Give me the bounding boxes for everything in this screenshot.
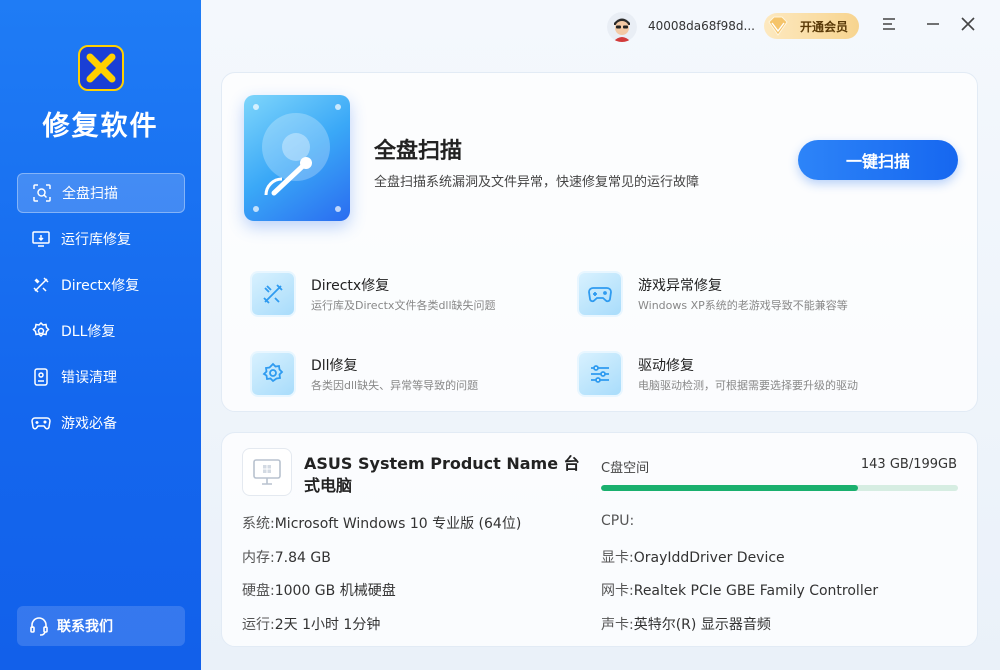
tools-icon — [31, 275, 51, 295]
vip-label: 开通会员 — [800, 19, 849, 34]
c-drive-progress-bar — [601, 485, 958, 491]
feature-title: Dll修复 — [311, 358, 358, 374]
info-audio: 声卡:英特尔(R) 显示器音频 — [601, 617, 771, 633]
monitor-download-icon — [31, 229, 51, 249]
feature-desc: 电脑驱动检测，可根据需要选择要升级的驱动 — [638, 379, 858, 392]
feature-title: 游戏异常修复 — [638, 278, 722, 294]
feature-dll-repair[interactable]: Dll修复 各类因dll缺失、异常等导致的问题 — [244, 349, 564, 405]
feature-directx-repair[interactable]: Directx修复 运行库及Directx文件各类dll缺失问题 — [244, 269, 564, 325]
sidebar-item-label: 错误清理 — [61, 370, 117, 386]
info-gpu: 显卡:OrayIddDriver Device — [601, 550, 785, 566]
sidebar-item-label: DLL修复 — [61, 324, 116, 340]
info-cpu: CPU: — [601, 513, 635, 529]
c-drive-usage: 143 GB/199GB — [860, 457, 957, 472]
sliders-icon — [577, 351, 623, 397]
app-title: 修复软件 — [42, 111, 159, 142]
minimize-icon — [927, 23, 939, 25]
feature-title: Directx修复 — [311, 278, 390, 294]
scan-card: 全盘扫描 全盘扫描系统漏洞及文件异常，快速修复常见的运行故障 一键扫描 Dire… — [221, 72, 978, 412]
menu-button[interactable] — [879, 14, 899, 34]
sidebar-item-label: 全盘扫描 — [62, 186, 118, 202]
c-drive-label: C盘空间 — [601, 461, 650, 476]
sidebar-item-label: Directx修复 — [61, 278, 140, 294]
feature-desc: Windows XP系统的老游戏导致不能兼容等 — [638, 299, 848, 312]
pc-model-name: ASUS System Product Name 台式电脑 — [304, 454, 580, 495]
sidebar-item-error-cleanup[interactable]: 错误清理 — [17, 357, 185, 397]
info-memory: 内存:7.84 GB — [242, 550, 331, 566]
info-disk: 硬盘:1000 GB 机械硬盘 — [242, 583, 396, 599]
system-info-card: ASUS System Product Name 台式电脑 系统:Microso… — [221, 432, 978, 647]
sidebar-item-full-scan[interactable]: 全盘扫描 — [17, 173, 185, 213]
app-logo — [78, 45, 124, 91]
sidebar-item-label: 游戏必备 — [61, 416, 117, 432]
contact-us-label: 联系我们 — [57, 619, 113, 635]
feature-game-repair[interactable]: 游戏异常修复 Windows XP系统的老游戏导致不能兼容等 — [571, 269, 891, 325]
clean-icon — [31, 367, 51, 387]
feature-desc: 运行库及Directx文件各类dll缺失问题 — [311, 299, 496, 312]
gear-icon — [31, 321, 51, 341]
feature-driver-repair[interactable]: 驱动修复 电脑驱动检测，可根据需要选择要升级的驱动 — [571, 349, 891, 405]
sidebar-item-dll-repair[interactable]: DLL修复 — [17, 311, 185, 351]
gamepad-icon — [577, 271, 623, 317]
menu-icon — [883, 18, 895, 30]
info-os: 系统:Microsoft Windows 10 专业版 (64位) — [242, 516, 522, 532]
close-icon — [961, 17, 975, 31]
sidebar-item-label: 运行库修复 — [61, 232, 131, 248]
close-button[interactable] — [958, 14, 978, 34]
info-uptime: 运行:2天 1小时 1分钟 — [242, 617, 381, 633]
c-drive-progress-fill — [601, 485, 859, 491]
scan-description: 全盘扫描系统漏洞及文件异常，快速修复常见的运行故障 — [374, 175, 700, 190]
diamond-icon — [768, 16, 788, 36]
info-network: 网卡:Realtek PCIe GBE Family Controller — [601, 583, 879, 599]
one-click-scan-button[interactable]: 一键扫描 — [798, 140, 958, 180]
contact-us-button[interactable]: 联系我们 — [17, 606, 185, 646]
feature-desc: 各类因dll缺失、异常等导致的问题 — [311, 379, 479, 392]
disk-scan-illustration — [244, 95, 350, 221]
gear-icon — [250, 351, 296, 397]
sidebar: 修复软件 全盘扫描 运行库修复 Directx修复 DLL修复 错误清理 游戏必… — [0, 0, 201, 670]
username[interactable]: 40008da68f98d... — [648, 19, 755, 33]
scan-title: 全盘扫描 — [374, 139, 463, 164]
headset-icon — [30, 617, 48, 636]
main-area: 40008da68f98d... 开通会员 全盘扫描 全盘扫描系统漏洞及文件异常… — [201, 0, 1000, 670]
sidebar-item-game-essentials[interactable]: 游戏必备 — [17, 403, 185, 443]
title-bar: 40008da68f98d... 开通会员 — [201, 0, 1000, 50]
scan-search-icon — [32, 183, 52, 203]
sidebar-item-directx-repair[interactable]: Directx修复 — [17, 265, 185, 305]
feature-title: 驱动修复 — [638, 358, 694, 374]
tools-icon — [250, 271, 296, 317]
sidebar-item-runtime-repair[interactable]: 运行库修复 — [17, 219, 185, 259]
avatar[interactable] — [607, 12, 637, 42]
gamepad-icon — [31, 413, 51, 433]
minimize-button[interactable] — [923, 14, 943, 34]
logo-x-icon — [86, 53, 116, 83]
desktop-pc-icon — [242, 448, 292, 496]
